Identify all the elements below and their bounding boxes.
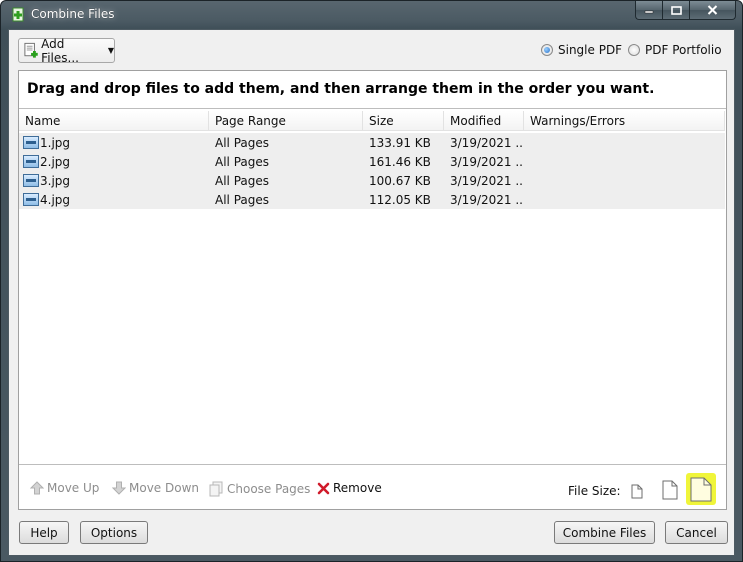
file-name: 2.jpg	[40, 154, 71, 169]
column-header-name[interactable]: Name	[19, 111, 209, 131]
minimize-button[interactable]	[635, 1, 662, 20]
maximize-icon	[670, 5, 682, 15]
help-button[interactable]: Help	[19, 521, 69, 544]
column-header-modified[interactable]: Modified	[444, 111, 524, 131]
files-panel: Drag and drop files to add them, and the…	[18, 70, 727, 510]
instruction-text: Drag and drop files to add them, and the…	[27, 81, 655, 97]
file-name-cell: 3.jpg	[19, 171, 209, 190]
file-size-label: File Size:	[568, 484, 621, 498]
arrow-up-icon	[30, 481, 44, 495]
modified-cell: 3/19/2021 ...	[450, 135, 524, 150]
move-up-label: Move Up	[47, 481, 100, 495]
title-bar[interactable]: Combine Files	[1, 1, 742, 29]
small-file-size-icon[interactable]	[631, 484, 643, 499]
file-name: 3.jpg	[40, 173, 71, 188]
page-range-cell: All Pages	[215, 135, 269, 150]
image-file-icon	[23, 193, 39, 206]
page-range-cell: All Pages	[215, 192, 269, 207]
file-name-cell: 2.jpg	[19, 152, 209, 171]
column-header-page-range[interactable]: Page Range	[209, 111, 363, 131]
cancel-button[interactable]: Cancel	[665, 521, 728, 544]
file-name: 1.jpg	[40, 135, 71, 150]
window-title: Combine Files	[31, 7, 115, 21]
single-pdf-label: Single PDF	[558, 43, 623, 57]
modified-cell: 3/19/2021 ...	[450, 173, 524, 188]
file-list-table[interactable]: Name Page Range Size Modified Warnings/E…	[19, 108, 726, 465]
arrow-down-icon	[112, 481, 126, 495]
modified-cell: 3/19/2021 ...	[450, 154, 524, 169]
table-row[interactable]: 1.jpg All Pages 133.91 KB 3/19/2021 ...	[19, 133, 725, 152]
choose-pages-button[interactable]: Choose Pages	[209, 481, 310, 497]
size-cell: 112.05 KB	[369, 192, 431, 207]
warnings-cell	[524, 190, 725, 209]
file-name: 4.jpg	[40, 192, 71, 207]
table-row[interactable]: 4.jpg All Pages 112.05 KB 3/19/2021 ...	[19, 190, 725, 209]
warnings-cell	[524, 133, 725, 152]
choose-pages-label: Choose Pages	[227, 482, 311, 496]
maximize-button[interactable]	[662, 1, 689, 20]
pdf-portfolio-label: PDF Portfolio	[645, 43, 722, 57]
combine-files-window: Combine Files Add Files... ▼ Single PDF …	[0, 0, 743, 562]
combine-files-button[interactable]: Combine Files	[554, 521, 655, 544]
remove-x-icon	[317, 482, 330, 494]
add-files-label: Add Files...	[41, 36, 79, 65]
table-row[interactable]: 3.jpg All Pages 100.67 KB 3/19/2021 ...	[19, 171, 725, 190]
add-file-icon	[24, 42, 38, 58]
pdf-portfolio-option[interactable]: PDF Portfolio	[628, 43, 722, 57]
warnings-cell	[524, 152, 725, 171]
file-name-cell: 4.jpg	[19, 190, 209, 209]
add-files-button[interactable]: Add Files... ▼	[18, 36, 115, 65]
image-file-icon	[23, 136, 39, 149]
close-icon	[707, 5, 718, 15]
warnings-cell	[524, 171, 725, 190]
table-row[interactable]: 2.jpg All Pages 161.46 KB 3/19/2021 ...	[19, 152, 725, 171]
move-down-button[interactable]: Move Down	[112, 481, 199, 495]
column-header-size[interactable]: Size	[363, 111, 444, 131]
image-file-icon	[23, 155, 39, 168]
modified-cell: 3/19/2021 ...	[450, 192, 524, 207]
minimize-icon	[644, 10, 654, 14]
large-file-size-icon[interactable]	[690, 477, 712, 502]
close-window-button[interactable]	[689, 1, 736, 20]
size-cell: 133.91 KB	[369, 135, 431, 150]
combine-files-app-icon	[12, 7, 24, 22]
chevron-down-icon: ▼	[107, 46, 114, 55]
size-cell: 100.67 KB	[369, 173, 431, 188]
single-pdf-radio[interactable]	[541, 44, 553, 56]
image-file-icon	[23, 174, 39, 187]
single-pdf-option[interactable]: Single PDF	[541, 43, 622, 57]
dialog-client-area: Add Files... ▼ Single PDF PDF Portfolio …	[8, 29, 735, 556]
file-name-cell: 1.jpg	[19, 133, 209, 152]
size-cell: 161.46 KB	[369, 154, 431, 169]
move-up-button[interactable]: Move Up	[30, 481, 99, 495]
page-range-cell: All Pages	[215, 173, 269, 188]
column-header-warnings[interactable]: Warnings/Errors	[524, 111, 725, 131]
table-body: 1.jpg All Pages 133.91 KB 3/19/2021 ... …	[19, 133, 725, 209]
choose-pages-icon	[209, 481, 223, 497]
move-down-label: Move Down	[129, 481, 199, 495]
remove-label: Remove	[333, 481, 382, 495]
default-file-size-icon[interactable]	[662, 480, 678, 500]
page-range-cell: All Pages	[215, 154, 269, 169]
table-header: Name Page Range Size Modified Warnings/E…	[19, 111, 725, 131]
remove-button[interactable]: Remove	[317, 481, 382, 495]
list-actions-toolbar: Move Up Move Down Choose Pages Remove Fi…	[19, 467, 726, 509]
pdf-portfolio-radio[interactable]	[628, 44, 640, 56]
options-button[interactable]: Options	[80, 521, 148, 544]
